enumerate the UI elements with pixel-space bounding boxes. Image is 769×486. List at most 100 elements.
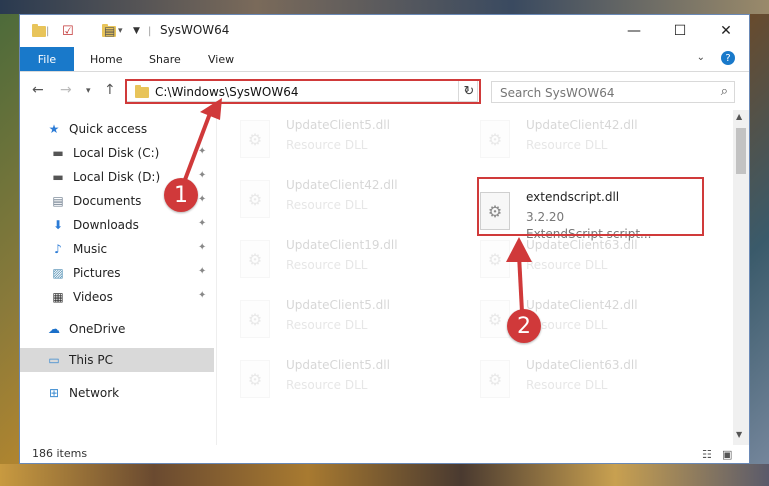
pin-icon[interactable]: ✦: [198, 218, 206, 229]
search-box[interactable]: ⌕: [491, 81, 735, 103]
sidebar-item-label: Local Disk (C:): [73, 146, 160, 160]
pin-icon[interactable]: ✦: [198, 266, 206, 277]
pin-icon[interactable]: ✦: [198, 194, 206, 205]
file-item-extendscript[interactable]: ⚙ extendscript.dll 3.2.20 ExtendScript s…: [480, 188, 710, 242]
quick-access-toolbar-dropdown[interactable]: ▾: [118, 23, 123, 39]
file-type: Resource DLL: [526, 258, 608, 272]
sidebar-item-music[interactable]: ♪ Music: [50, 238, 107, 260]
file-item[interactable]: ⚙ UpdateClient42.dll Resource DLL: [480, 116, 710, 170]
download-icon: ⬇: [52, 218, 64, 232]
address-bar[interactable]: C:\Windows\SysWOW64 ⌄: [126, 80, 478, 102]
window-title: SysWOW64: [160, 23, 230, 37]
file-name: UpdateClient42.dll: [526, 298, 638, 312]
separator: |: [46, 25, 50, 37]
dll-file-icon: ⚙: [240, 180, 270, 218]
tab-view[interactable]: View: [208, 47, 234, 71]
file-name: UpdateClient42.dll: [286, 178, 398, 192]
help-icon[interactable]: ?: [721, 51, 735, 65]
file-type: Resource DLL: [286, 138, 368, 152]
maximize-button[interactable]: ☐: [657, 15, 703, 47]
scroll-up-icon[interactable]: ▲: [736, 112, 742, 121]
expand-ribbon-icon[interactable]: ⌄: [697, 52, 705, 63]
file-type: Resource DLL: [526, 138, 608, 152]
sidebar-item-label: Music: [73, 242, 108, 256]
file-item[interactable]: ⚙ UpdateClient19.dll Resource DLL: [240, 236, 470, 290]
network-icon: ⊞: [48, 386, 60, 400]
file-name: UpdateClient63.dll: [526, 238, 638, 252]
tab-share[interactable]: Share: [149, 47, 181, 71]
customize-icon[interactable]: ▤: [104, 23, 115, 39]
star-icon: ★: [48, 122, 60, 136]
sidebar-item-label: Network: [69, 386, 120, 400]
file-version: 3.2.20: [526, 210, 565, 224]
sidebar-item-local-disk-d[interactable]: ▬ Local Disk (D:): [50, 166, 160, 188]
tab-home[interactable]: Home: [90, 47, 122, 71]
large-icons-view-icon[interactable]: ▣: [722, 448, 736, 461]
file-name: UpdateClient5.dll: [286, 118, 390, 132]
recent-locations-icon[interactable]: ▾: [86, 86, 91, 96]
dll-file-icon: ⚙: [240, 300, 270, 338]
desktop-background-top: [0, 0, 769, 14]
pin-icon[interactable]: ✦: [198, 146, 206, 157]
tab-file[interactable]: File: [20, 47, 74, 71]
file-name: UpdateClient63.dll: [526, 358, 638, 372]
sidebar-item-onedrive[interactable]: ☁ OneDrive: [46, 318, 125, 340]
vertical-scrollbar[interactable]: ▲ ▼: [733, 110, 749, 445]
file-list: ⚙ UpdateClient5.dll Resource DLL ⚙ Updat…: [220, 110, 730, 445]
scroll-down-icon[interactable]: ▼: [736, 430, 742, 439]
file-item[interactable]: ⚙ UpdateClient42.dll Resource DLL: [240, 176, 470, 230]
close-button[interactable]: ✕: [703, 15, 749, 47]
videos-icon: ▦: [52, 290, 64, 304]
file-item[interactable]: ⚙ UpdateClient5.dll Resource DLL: [240, 296, 470, 350]
sidebar-item-pictures[interactable]: ▨ Pictures: [50, 262, 120, 284]
properties-icon[interactable]: ☑: [62, 23, 74, 39]
navigation-pane: ★ Quick access ▬ Local Disk (C:) ✦ ▬ Loc…: [20, 110, 216, 445]
pin-icon[interactable]: ✦: [198, 242, 206, 253]
file-item[interactable]: ⚙ UpdateClient63.dll Resource DLL: [480, 236, 710, 290]
separator: |: [148, 25, 152, 37]
file-explorer-window: | ☑ ▤ ▾ ▼ | SysWOW64 — ☐ ✕ File Home Sha…: [19, 14, 750, 464]
pin-icon[interactable]: ✦: [198, 170, 206, 181]
file-item[interactable]: ⚙ UpdateClient5.dll Resource DLL: [240, 356, 470, 410]
sidebar-item-videos[interactable]: ▦ Videos: [50, 286, 113, 308]
sidebar-item-documents[interactable]: ▤ Documents: [50, 190, 141, 212]
minimize-button[interactable]: —: [611, 15, 657, 47]
sidebar-item-label: Downloads: [73, 218, 139, 232]
sidebar-item-network[interactable]: ⊞ Network: [46, 382, 119, 404]
back-button[interactable]: ←: [32, 82, 44, 98]
cloud-icon: ☁: [48, 322, 60, 336]
sidebar-item-label: Documents: [73, 194, 142, 208]
music-icon: ♪: [54, 242, 62, 256]
file-name: UpdateClient42.dll: [526, 118, 638, 132]
item-count: 186 items: [32, 447, 88, 460]
chevron-down-icon[interactable]: ▼: [133, 23, 140, 39]
details-view-icon[interactable]: ☷: [702, 448, 716, 461]
dll-file-icon: ⚙: [240, 240, 270, 278]
dll-file-icon: ⚙: [480, 300, 510, 338]
sidebar-item-quick-access[interactable]: ★ Quick access: [46, 118, 148, 140]
pane-divider: [216, 110, 217, 445]
pin-icon[interactable]: ✦: [198, 290, 206, 301]
search-icon[interactable]: ⌕: [721, 84, 728, 99]
title-bar: | ☑ ▤ ▾ ▼ | SysWOW64 — ☐ ✕: [20, 15, 749, 47]
forward-button[interactable]: →: [60, 82, 72, 98]
up-button[interactable]: ↑: [104, 82, 116, 98]
scrollbar-thumb[interactable]: [736, 128, 746, 174]
file-type: Resource DLL: [286, 378, 368, 392]
sidebar-item-local-disk-c[interactable]: ▬ Local Disk (C:): [50, 142, 159, 164]
search-input[interactable]: [498, 84, 702, 102]
file-item[interactable]: ⚙ UpdateClient5.dll Resource DLL: [240, 116, 470, 170]
pictures-icon: ▨: [52, 266, 64, 280]
dll-file-icon: ⚙: [240, 360, 270, 398]
sidebar-item-label: OneDrive: [69, 322, 126, 336]
file-item[interactable]: ⚙ UpdateClient63.dll Resource DLL: [480, 356, 710, 410]
file-name: UpdateClient5.dll: [286, 358, 390, 372]
file-type: Resource DLL: [286, 258, 368, 272]
file-type: Resource DLL: [286, 198, 368, 212]
file-name: UpdateClient5.dll: [286, 298, 390, 312]
file-type: Resource DLL: [526, 378, 608, 392]
refresh-button[interactable]: ↻: [458, 80, 479, 102]
sidebar-item-this-pc[interactable]: ▭ This PC: [46, 349, 113, 371]
sidebar-item-downloads[interactable]: ⬇ Downloads: [50, 214, 139, 236]
address-path[interactable]: C:\Windows\SysWOW64: [155, 85, 299, 99]
